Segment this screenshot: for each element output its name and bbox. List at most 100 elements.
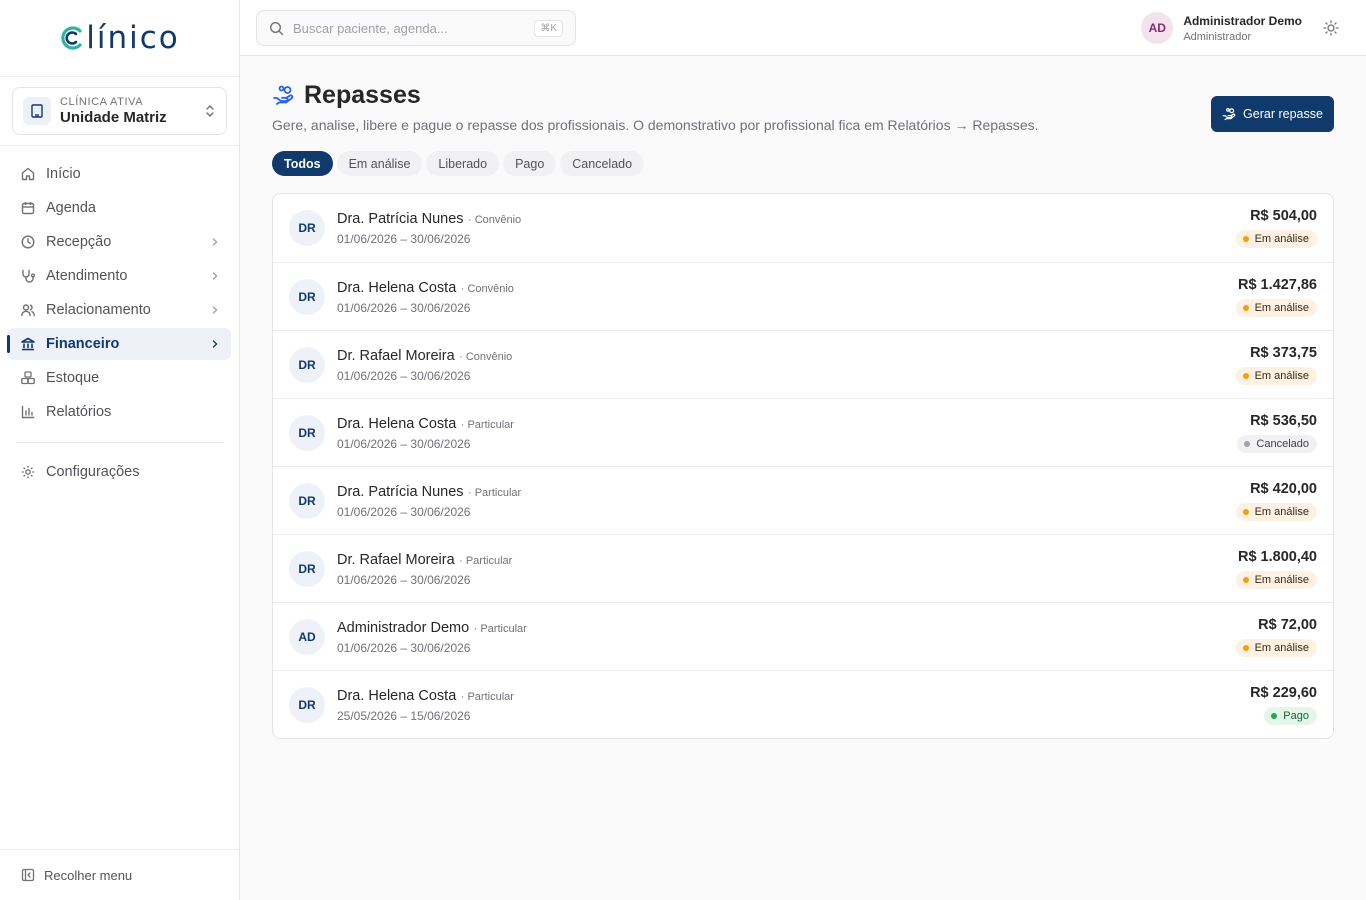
avatar: DR [289, 550, 325, 587]
logo-mark-icon [61, 26, 82, 50]
amount: R$ 229,60 [1250, 684, 1317, 701]
search-shortcut-hint: ⌘K [534, 19, 563, 37]
status-badge: Em análise [1235, 298, 1317, 317]
chevron-right-icon [209, 304, 221, 316]
status-dot [1271, 712, 1278, 719]
search-box[interactable]: ⌘K [256, 10, 576, 46]
status-label: Em análise [1254, 301, 1309, 314]
theme-toggle-button[interactable] [1322, 19, 1340, 37]
status-dot [1242, 372, 1249, 379]
avatar: AD [1141, 12, 1174, 44]
list-item[interactable]: AD Administrador Demo · Particular 01/06… [273, 602, 1333, 670]
list-item[interactable]: DR Dra. Helena Costa · Convênio 01/06/20… [273, 262, 1333, 330]
status-badge: Em análise [1235, 230, 1317, 248]
period: 01/06/2026 – 30/06/2026 [337, 300, 471, 315]
professional-name: Dra. Patrícia Nunes [337, 483, 464, 500]
search-input[interactable] [293, 20, 535, 36]
topbar: ⌘K AD Administrador Demo Administrador [240, 0, 1366, 56]
user-role: Administrador [1183, 30, 1252, 43]
amount: R$ 504,00 [1250, 208, 1317, 224]
status-badge: Cancelado [1237, 434, 1317, 453]
user-menu[interactable]: AD Administrador Demo Administrador [1141, 12, 1302, 44]
sidebar-item-relacionamento[interactable]: Relacionamento [8, 294, 231, 326]
payer-type: · Particular [467, 486, 522, 499]
period: 01/06/2026 – 30/06/2026 [337, 504, 471, 519]
status-label: Pago [1283, 709, 1309, 722]
sidebar-item-inicio[interactable]: Início [8, 158, 231, 190]
avatar: AD [289, 618, 325, 655]
stethoscope-icon [20, 268, 36, 284]
logo-wordmark: línico [86, 20, 180, 56]
users-icon [20, 302, 36, 318]
sidebar-item-label: Agenda [46, 200, 96, 216]
list-item[interactable]: DR Dra. Patrícia Nunes · Particular 01/0… [273, 466, 1333, 534]
list-item[interactable]: DR Dra. Patrícia Nunes · Convênio 01/06/… [273, 194, 1333, 262]
period: 01/06/2026 – 30/06/2026 [337, 368, 471, 383]
gear-icon [20, 464, 36, 480]
collapse-menu-label: Recolher menu [44, 867, 133, 883]
payer-type: · Particular [473, 622, 527, 635]
sidebar-item-recepcao[interactable]: Recepção [8, 226, 231, 258]
sidebar-item-configuracoes[interactable]: Configurações [8, 456, 231, 488]
tab-liberado[interactable]: Liberado [426, 151, 500, 176]
status-label: Em análise [1254, 369, 1309, 382]
list-item[interactable]: DR Dra. Helena Costa · Particular 01/06/… [273, 398, 1333, 466]
clinic-selector[interactable]: CLÍNICA ATIVA Unidade Matriz [12, 87, 227, 135]
status-badge: Pago [1264, 706, 1317, 725]
tab-em-analise[interactable]: Em análise [336, 151, 423, 176]
period: 01/06/2026 – 30/06/2026 [337, 640, 471, 655]
list-item[interactable]: DR Dr. Rafael Moreira · Convênio 01/06/2… [273, 330, 1333, 398]
tab-pago[interactable]: Pago [503, 151, 557, 176]
professional-name: Dra. Helena Costa [337, 279, 457, 296]
sidebar-item-agenda[interactable]: Agenda [8, 192, 231, 224]
home-icon [20, 166, 36, 182]
sun-icon [1322, 19, 1340, 37]
sidebar-item-relatorios[interactable]: Relatórios [8, 396, 231, 428]
sidebar-item-estoque[interactable]: Estoque [8, 362, 231, 394]
sidebar-item-label: Relatórios [46, 404, 112, 420]
avatar: DR [289, 210, 325, 246]
amount: R$ 373,75 [1250, 344, 1317, 361]
sidebar: línico CLÍNICA ATIVA Unidade Matriz Iníc… [0, 0, 240, 900]
generate-repasse-button[interactable]: Gerar repasse [1211, 96, 1334, 132]
status-label: Em análise [1254, 505, 1309, 518]
list-item[interactable]: DR Dra. Helena Costa · Particular 25/05/… [273, 670, 1333, 738]
status-dot [1244, 440, 1251, 447]
list-item[interactable]: DR Dr. Rafael Moreira · Particular 01/06… [273, 534, 1333, 602]
sidebar-item-label: Início [46, 166, 81, 182]
status-dot [1242, 576, 1249, 583]
sidebar-item-atendimento[interactable]: Atendimento [8, 260, 231, 292]
sidebar-item-label: Configurações [46, 464, 140, 480]
status-dot [1242, 236, 1249, 242]
avatar: DR [289, 414, 325, 451]
brand-logo[interactable]: línico [0, 0, 239, 77]
status-label: Cancelado [1256, 437, 1309, 450]
professional-name: Dr. Rafael Moreira [337, 551, 455, 568]
chevron-right-icon [209, 270, 221, 282]
calendar-icon [20, 200, 36, 216]
user-name: Administrador Demo [1183, 13, 1302, 28]
collapse-menu-button[interactable]: Recolher menu [0, 849, 239, 900]
sidebar-item-label: Atendimento [46, 268, 128, 284]
status-label: Em análise [1254, 573, 1309, 586]
period: 01/06/2026 – 30/06/2026 [337, 232, 471, 246]
payer-type: · Particular [460, 690, 514, 703]
status-label: Em análise [1254, 641, 1309, 654]
payer-type: · Convênio [460, 282, 514, 295]
tab-todos[interactable]: Todos [272, 151, 333, 176]
amount: R$ 420,00 [1250, 480, 1317, 497]
period: 01/06/2026 – 30/06/2026 [337, 436, 471, 451]
sidebar-item-label: Relacionamento [46, 302, 151, 318]
avatar: DR [289, 482, 325, 519]
sidebar-collapse-icon [21, 868, 35, 882]
status-dot [1242, 644, 1249, 651]
sidebar-item-financeiro[interactable]: Financeiro [7, 328, 231, 360]
amount: R$ 1.427,86 [1237, 276, 1317, 293]
search-icon [269, 21, 284, 36]
building-icon [23, 97, 51, 125]
avatar: DR [289, 278, 325, 315]
chevron-right-icon [209, 236, 221, 248]
status-label: Em análise [1254, 233, 1309, 245]
bank-icon [20, 336, 36, 352]
tab-cancelado[interactable]: Cancelado [560, 151, 645, 176]
